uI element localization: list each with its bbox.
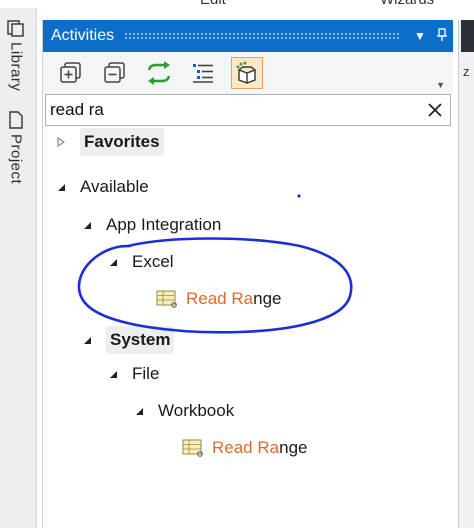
- refresh-icon: [147, 61, 171, 85]
- search-box: [45, 94, 451, 126]
- adjacent-panel-edge: z: [458, 20, 474, 528]
- top-menu-strip: Edit Wizards: [0, 0, 474, 8]
- search-match-text: Read Ra: [212, 438, 280, 457]
- tree-node-excel[interactable]: Excel: [106, 252, 174, 272]
- tree-node-system[interactable]: System: [80, 326, 175, 354]
- tree-node-system-label: System: [106, 326, 175, 354]
- collapse-arrow-icon[interactable]: [132, 404, 146, 418]
- activity-read-range-excel[interactable]: Read Range: [156, 289, 281, 309]
- collapse-arrow-icon[interactable]: [106, 255, 120, 269]
- tab-library-label: Library: [7, 42, 25, 92]
- read-range-icon: [156, 290, 177, 308]
- activity-label-rest: nge: [253, 289, 282, 308]
- tree-node-workbook-label: Workbook: [158, 401, 235, 420]
- close-icon: [428, 103, 442, 117]
- tree-node-app-integration-label: App Integration: [106, 215, 222, 234]
- project-icon: [9, 111, 23, 129]
- menu-edit[interactable]: Edit: [200, 0, 226, 8]
- available-packages-button[interactable]: [231, 57, 263, 89]
- tree-node-available[interactable]: Available: [54, 177, 149, 197]
- expand-all-icon: [60, 62, 81, 83]
- panel-titlebar: Activities ▼: [43, 20, 453, 52]
- list-view-button[interactable]: [187, 57, 219, 89]
- collapse-all-button[interactable]: [99, 57, 131, 89]
- tree-node-favorites[interactable]: Favorites: [54, 128, 164, 156]
- clear-search-button[interactable]: [420, 96, 450, 124]
- tree-node-available-label: Available: [80, 177, 149, 196]
- tree-node-favorites-label: Favorites: [80, 128, 164, 156]
- menu-wizards[interactable]: Wizards: [380, 0, 434, 8]
- activity-read-range-workbook[interactable]: Read Range: [182, 438, 307, 458]
- read-range-icon: [182, 439, 203, 457]
- tab-project[interactable]: Project: [6, 110, 26, 184]
- toolbar-overflow-icon[interactable]: ▼: [436, 80, 445, 90]
- search-input[interactable]: [46, 99, 420, 121]
- collapse-arrow-icon[interactable]: [80, 218, 94, 232]
- panel-title: Activities: [51, 27, 115, 44]
- tree-node-excel-label: Excel: [132, 252, 174, 271]
- collapse-arrow-icon[interactable]: [54, 180, 68, 194]
- pin-icon[interactable]: [431, 27, 453, 45]
- panel-toolbar: ▼: [43, 52, 453, 94]
- tab-library[interactable]: Library: [6, 18, 26, 91]
- expand-arrow-icon[interactable]: [54, 135, 68, 149]
- adjacent-panel-titlebar: [461, 20, 474, 52]
- collapse-arrow-icon[interactable]: [106, 367, 120, 381]
- available-packages-icon: [236, 61, 256, 84]
- tree-node-file[interactable]: File: [106, 364, 159, 384]
- expand-all-button[interactable]: [55, 57, 87, 89]
- refresh-button[interactable]: [143, 57, 175, 89]
- tree-node-file-label: File: [132, 364, 160, 383]
- tree-node-app-integration[interactable]: App Integration: [80, 215, 221, 235]
- collapse-all-icon: [104, 62, 125, 83]
- activity-label-rest: nge: [279, 438, 308, 457]
- dropdown-icon[interactable]: ▼: [409, 29, 431, 43]
- drag-grip[interactable]: [124, 32, 399, 40]
- tree-node-workbook[interactable]: Workbook: [132, 401, 234, 421]
- tab-project-label: Project: [7, 134, 25, 185]
- list-view-icon: [193, 64, 213, 83]
- search-match-text: Read Ra: [186, 289, 254, 308]
- side-tab-bar: Library Project: [0, 8, 37, 528]
- library-icon: [7, 20, 24, 37]
- collapse-arrow-icon[interactable]: [80, 333, 94, 347]
- adjacent-panel-text: z: [463, 64, 470, 79]
